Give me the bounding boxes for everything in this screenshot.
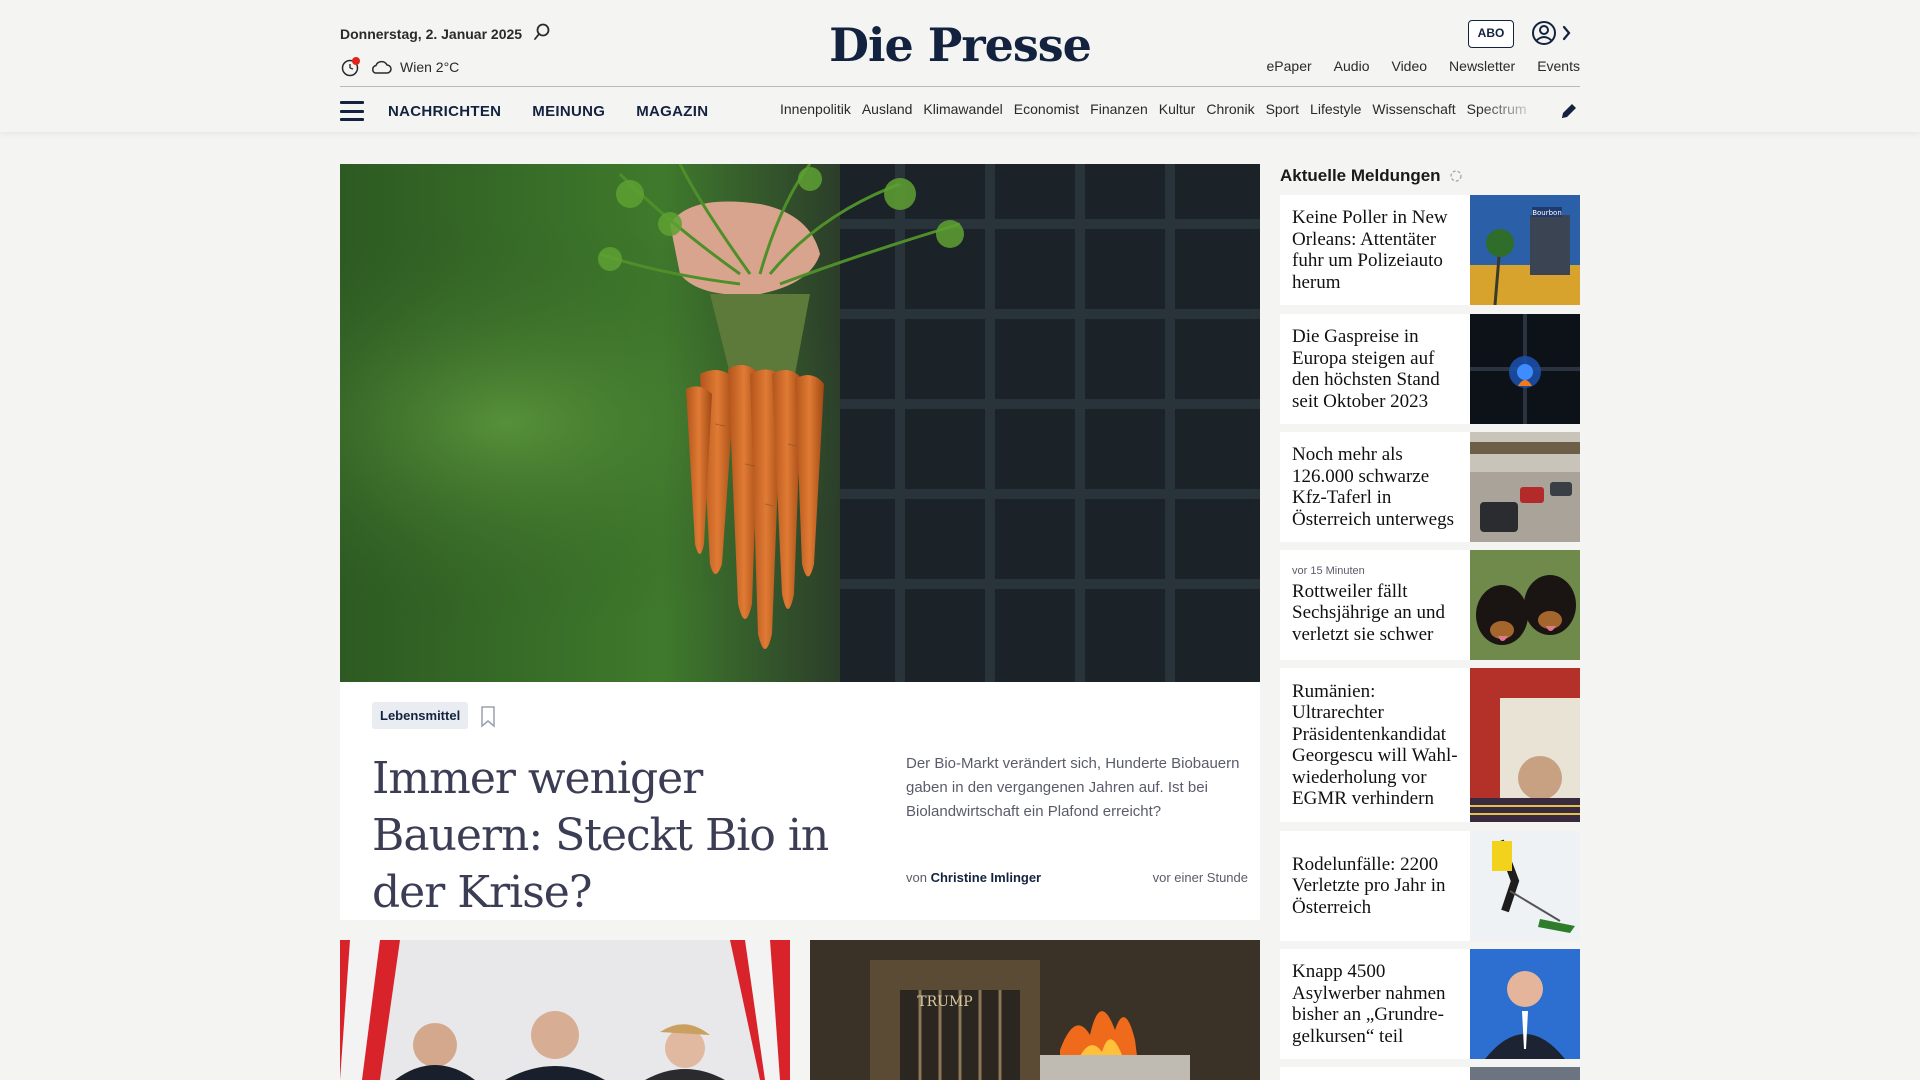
sidebar-title: Aktuelle Meldungen: [1280, 166, 1441, 185]
nav-spectrum[interactable]: Spectrum: [1467, 101, 1527, 117]
nav-sport[interactable]: Sport: [1266, 101, 1299, 117]
politicians-image: [340, 940, 790, 1080]
nav-kultur[interactable]: Kultur: [1159, 101, 1196, 117]
site-header: Donnerstag, 2. Januar 2025 Wien 2°C Die …: [0, 0, 1920, 132]
nav-meinung[interactable]: MEINUNG: [532, 103, 605, 120]
news-thumbnail: [1470, 831, 1580, 941]
article-card-politicians[interactable]: [340, 940, 790, 1080]
news-title: Rumänien: Ultrarechter Präsidentenkandid…: [1292, 680, 1458, 810]
news-title: Noch mehr als 126.000 schwarze Kfz-Tafer…: [1292, 444, 1454, 530]
news-title: Knapp 4500 Asylwerber nahmen bisher an „…: [1292, 961, 1446, 1047]
main-navigation: NACHRICHTEN MEINUNG MAGAZIN Innenpolitik…: [340, 96, 1580, 126]
nav-klimawandel[interactable]: Klimawandel: [923, 101, 1002, 117]
menu-icon[interactable]: [340, 101, 364, 121]
news-thumbnail: [1470, 949, 1580, 1059]
link-video[interactable]: Video: [1391, 58, 1427, 74]
list-item[interactable]: Keine Poller in New Orleans: Attentäter …: [1280, 195, 1580, 305]
nav-nachrichten[interactable]: NACHRICHTEN: [388, 103, 501, 120]
news-thumbnail: Bourbon: [1470, 195, 1580, 305]
hero-time: vor einer Stunde: [1152, 870, 1248, 885]
news-title: Die Gaspreise in Europa steigen auf den …: [1292, 326, 1440, 412]
news-thumbnail: [1470, 668, 1580, 822]
news-title: Keine Poller in New Orleans: Attentäter …: [1292, 207, 1448, 293]
list-item[interactable]: vor 15 Minuten Rottweiler fällt Sechsjäh…: [1280, 550, 1580, 660]
list-item[interactable]: Rumänien: Ultrarechter Präsidentenkandid…: [1280, 668, 1580, 822]
link-epaper[interactable]: ePaper: [1267, 58, 1312, 74]
news-title: Rodelunfälle: 2200 Verletzte pro Jahr in…: [1292, 853, 1446, 918]
hero-image-carrots[interactable]: [340, 164, 1260, 682]
nav-economist[interactable]: Economist: [1014, 101, 1079, 117]
list-item[interactable]: Noch mehr als 126.000 schwarze Kfz-Tafer…: [1280, 432, 1580, 542]
hero-lead: Der Bio-Markt verändert sich, Hunderte B…: [906, 755, 1240, 820]
top-links: ePaper Audio Video Newsletter Events: [1267, 58, 1580, 74]
nav-wissenschaft[interactable]: Wissenschaft: [1372, 101, 1455, 117]
nav-finanzen[interactable]: Finanzen: [1090, 101, 1148, 117]
list-item[interactable]: Knapp 4500 Asylwerber nahmen bisher an „…: [1280, 949, 1580, 1059]
hero-author: von Christine Imlinger: [906, 870, 1041, 885]
news-thumbnail: [1470, 550, 1580, 660]
news-thumbnail: [1470, 314, 1580, 424]
bookmark-icon[interactable]: [480, 706, 496, 728]
hero-title[interactable]: Immer weniger Bauern: Steckt Bio in der …: [372, 750, 872, 921]
news-time: vor 15 Minuten: [1292, 564, 1365, 577]
list-item[interactable]: [1280, 1067, 1580, 1080]
live-indicator-icon: [1449, 170, 1462, 182]
hero-tag[interactable]: Lebensmittel: [372, 702, 469, 729]
nav-magazin[interactable]: MAGAZIN: [636, 103, 708, 120]
author-name[interactable]: Christine Imlinger: [931, 870, 1042, 885]
link-events[interactable]: Events: [1537, 58, 1580, 74]
trump-fire-image: TRUMP: [810, 940, 1260, 1080]
pencil-icon[interactable]: [1558, 100, 1580, 122]
article-card-trump-fire[interactable]: TRUMP: [810, 940, 1260, 1080]
nav-chronik[interactable]: Chronik: [1206, 101, 1254, 117]
link-audio[interactable]: Audio: [1334, 58, 1370, 74]
news-title: Rottweiler fällt Sechsjährige an und ver…: [1292, 580, 1446, 645]
author-prefix: von: [906, 870, 927, 885]
list-item[interactable]: Rodelunfälle: 2200 Verletzte pro Jahr in…: [1280, 831, 1580, 941]
bourbon-sign-text: Bourbon: [1532, 209, 1562, 217]
header-divider: [340, 86, 1580, 87]
list-item[interactable]: Die Gaspreise in Europa steigen auf den …: [1280, 314, 1580, 424]
link-newsletter[interactable]: Newsletter: [1449, 58, 1515, 74]
nav-lifestyle[interactable]: Lifestyle: [1310, 101, 1361, 117]
site-logo[interactable]: Die Presse: [0, 18, 1920, 72]
abo-button[interactable]: ABO: [1468, 20, 1514, 48]
nav-ausland[interactable]: Ausland: [862, 101, 913, 117]
nav-innenpolitik[interactable]: Innenpolitik: [780, 101, 851, 117]
sidebar-heading: Aktuelle Meldungen: [1280, 166, 1463, 186]
news-thumbnail: [1470, 1067, 1580, 1080]
user-account-icon[interactable]: [1530, 18, 1574, 48]
trump-sign-text: TRUMP: [917, 994, 972, 1010]
news-thumbnail: [1470, 432, 1580, 542]
section-navigation: Innenpolitik Ausland Klimawandel Economi…: [780, 101, 1540, 117]
hero-article[interactable]: Lebensmittel Immer weniger Bauern: Steck…: [340, 164, 1260, 920]
